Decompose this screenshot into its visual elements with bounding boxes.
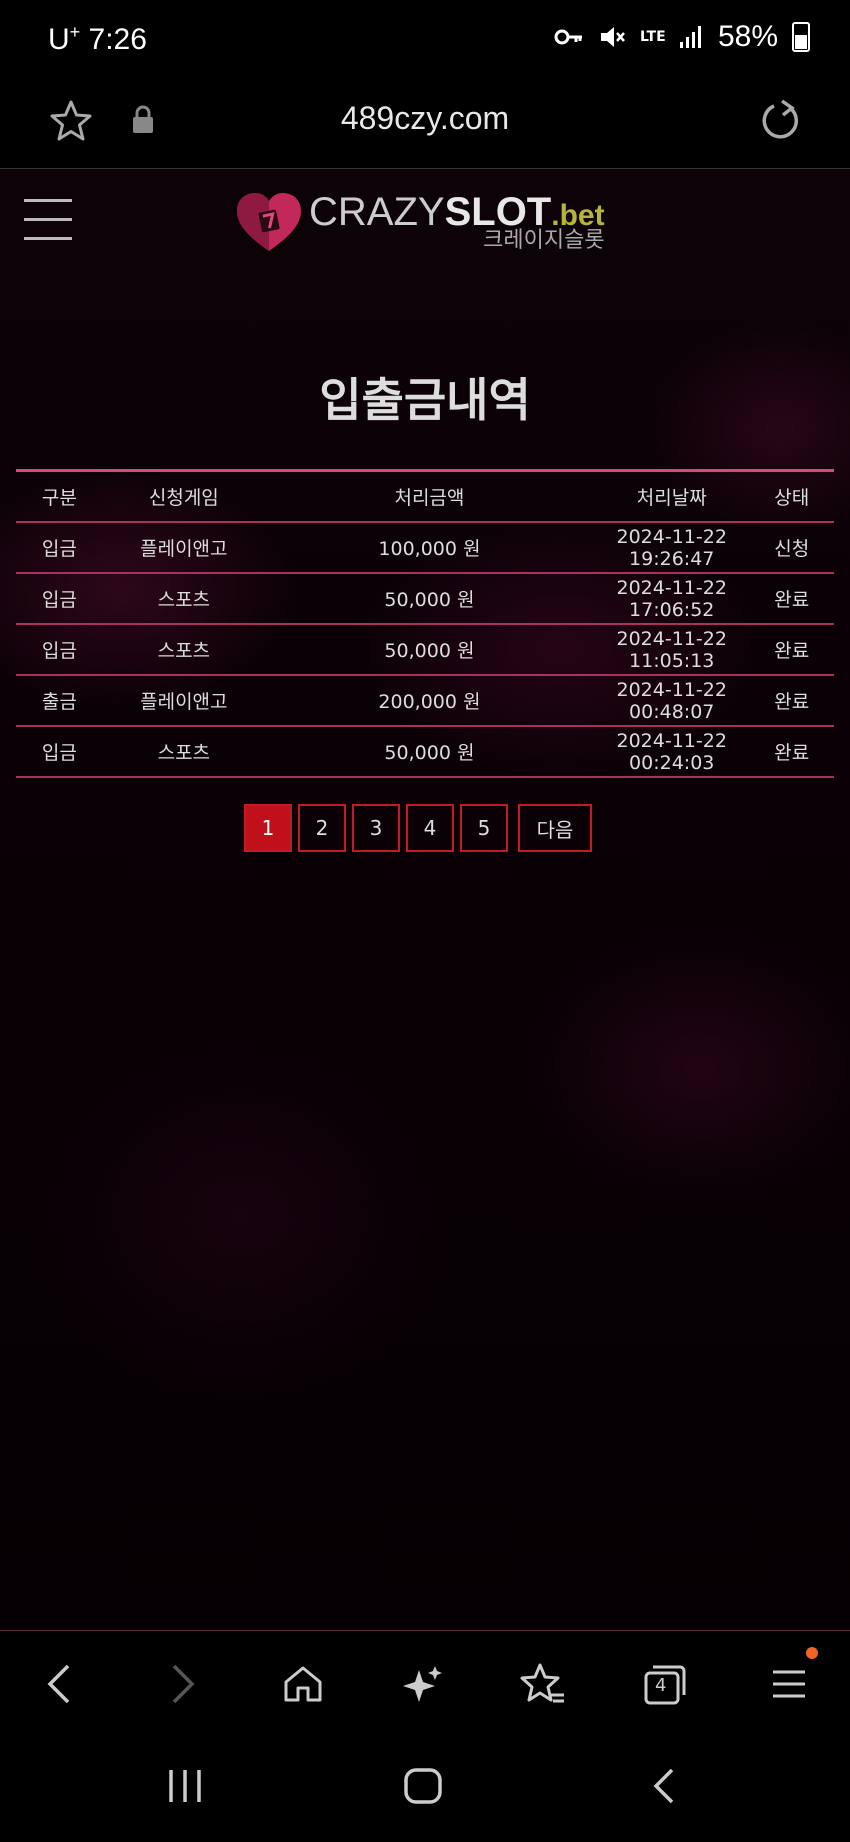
browser-address-bar: 489czy.com bbox=[0, 80, 850, 169]
cell-status: 완료 bbox=[749, 573, 834, 625]
table-row: 입금 플레이앤고 100,000 원 2024-11-22 19:26:47 신… bbox=[16, 522, 834, 574]
reload-icon[interactable] bbox=[756, 98, 802, 144]
cell-status: 신청 bbox=[749, 522, 834, 574]
table-header-row: 구분 신청게임 처리금액 처리날짜 상태 bbox=[16, 470, 834, 523]
web-page: CRAZYSLOT.bet 크레이지슬롯 입출금내역 구분 신청게임 처리금액 … bbox=[0, 169, 850, 1630]
pagination: 1 2 3 4 5 다음 bbox=[244, 804, 592, 852]
cell-game: 플레이앤고 bbox=[102, 675, 265, 727]
page-title: 입출금내역 bbox=[319, 373, 531, 427]
page-button-5[interactable]: 5 bbox=[460, 804, 508, 852]
url-text[interactable]: 489czy.com bbox=[0, 100, 850, 137]
cell-type: 입금 bbox=[16, 522, 103, 574]
cell-game: 플레이앤고 bbox=[102, 522, 265, 574]
cell-date: 2024-11-22 11:05:13 bbox=[593, 624, 750, 676]
cell-type: 출금 bbox=[16, 675, 103, 727]
table-row: 출금 플레이앤고 200,000 원 2024-11-22 00:48:07 완… bbox=[16, 675, 834, 727]
cell-amount: 200,000 원 bbox=[264, 675, 594, 727]
cell-date: 2024-11-22 19:26:47 bbox=[593, 522, 750, 574]
table-row: 입금 스포츠 50,000 원 2024-11-22 17:06:52 완료 bbox=[16, 573, 834, 625]
status-icons: LTE 58% bbox=[554, 20, 810, 54]
bookmarks-icon[interactable] bbox=[520, 1661, 566, 1707]
cell-type: 입금 bbox=[16, 573, 103, 625]
cell-amount: 50,000 원 bbox=[264, 573, 594, 625]
page-button-2[interactable]: 2 bbox=[298, 804, 346, 852]
status-carrier-time: U+ 7:26 bbox=[48, 22, 147, 57]
carrier-label: U bbox=[48, 23, 70, 56]
header-status: 상태 bbox=[749, 470, 834, 523]
clock: 7:26 bbox=[88, 23, 147, 56]
key-icon bbox=[554, 29, 582, 45]
tabs-count: 4 bbox=[655, 1675, 667, 1696]
system-back-icon[interactable] bbox=[648, 1766, 678, 1806]
signal-icon bbox=[679, 26, 701, 48]
header-date: 처리날짜 bbox=[593, 470, 750, 523]
cell-type: 입금 bbox=[16, 726, 103, 778]
site-logo[interactable]: CRAZYSLOT.bet 크레이지슬롯 bbox=[235, 191, 605, 253]
cell-amount: 100,000 원 bbox=[264, 522, 594, 574]
system-navigation-bar bbox=[0, 1740, 850, 1842]
cell-amount: 50,000 원 bbox=[264, 726, 594, 778]
cell-game: 스포츠 bbox=[102, 624, 265, 676]
cell-date: 2024-11-22 17:06:52 bbox=[593, 573, 750, 625]
page-button-1[interactable]: 1 bbox=[244, 804, 292, 852]
cell-status: 완료 bbox=[749, 624, 834, 676]
cell-status: 완료 bbox=[749, 675, 834, 727]
page-button-4[interactable]: 4 bbox=[406, 804, 454, 852]
mute-icon bbox=[600, 27, 625, 47]
cell-date: 2024-11-22 00:24:03 bbox=[593, 726, 750, 778]
status-bar: U+ 7:26 LTE 58% bbox=[0, 0, 850, 80]
transaction-history-table: 구분 신청게임 처리금액 처리날짜 상태 입금 플레이앤고 100,000 원 … bbox=[16, 469, 834, 778]
cell-game: 스포츠 bbox=[102, 726, 265, 778]
menu-icon[interactable] bbox=[24, 199, 72, 256]
header-game: 신청게임 bbox=[102, 470, 265, 523]
page-button-3[interactable]: 3 bbox=[352, 804, 400, 852]
home-icon[interactable] bbox=[280, 1661, 326, 1707]
cell-status: 완료 bbox=[749, 726, 834, 778]
network-type: LTE bbox=[639, 29, 666, 45]
heart-logo-icon bbox=[237, 193, 301, 251]
battery-icon bbox=[792, 22, 810, 52]
home-button-icon[interactable] bbox=[402, 1766, 444, 1806]
back-icon[interactable] bbox=[36, 1661, 82, 1707]
cell-amount: 50,000 원 bbox=[264, 624, 594, 676]
menu-more-icon[interactable] bbox=[766, 1647, 818, 1707]
recent-apps-icon[interactable] bbox=[166, 1766, 204, 1806]
cell-type: 입금 bbox=[16, 624, 103, 676]
cell-date: 2024-11-22 00:48:07 bbox=[593, 675, 750, 727]
notification-dot bbox=[806, 1647, 818, 1659]
header-amount: 처리금액 bbox=[264, 470, 594, 523]
cell-game: 스포츠 bbox=[102, 573, 265, 625]
table-row: 입금 스포츠 50,000 원 2024-11-22 00:24:03 완료 bbox=[16, 726, 834, 778]
forward-icon[interactable] bbox=[160, 1661, 206, 1707]
tabs-icon[interactable]: 4 bbox=[642, 1661, 688, 1707]
logo-crazy-text: CRAZY bbox=[309, 190, 445, 234]
battery-percent: 58% bbox=[717, 20, 778, 53]
header-type: 구분 bbox=[16, 470, 103, 523]
table-row: 입금 스포츠 50,000 원 2024-11-22 11:05:13 완료 bbox=[16, 624, 834, 676]
carrier-plus: + bbox=[69, 22, 81, 42]
browser-toolbar: 4 bbox=[0, 1630, 850, 1741]
next-page-button[interactable]: 다음 bbox=[518, 804, 592, 852]
sparkle-icon[interactable] bbox=[400, 1661, 446, 1707]
